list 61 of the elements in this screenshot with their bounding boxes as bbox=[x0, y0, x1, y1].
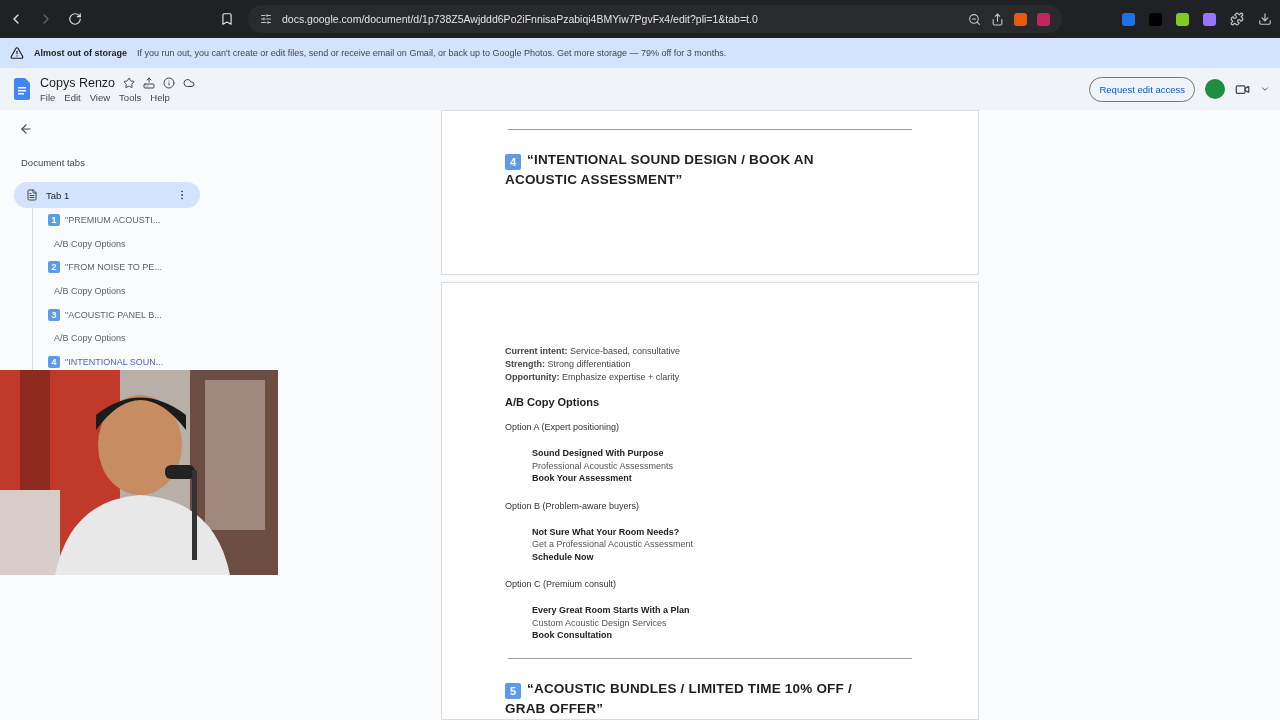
banner-message: If you run out, you can't create or edit files, send or receive email on Gmail, or back up to Google Photos. Get more storage — 79% off for 3 months. bbox=[137, 48, 727, 58]
headline-text: Sound Designed With Purpose bbox=[532, 447, 665, 460]
headline-text: Not Sure What Your Room Needs? bbox=[532, 525, 681, 538]
address-bar[interactable]: docs.google.com/document/d/1p738Z5Awjddd6Po2iFnnisaPzabiqi4BMYiw7PgvFx4/edit?pli=1&tab=t.0 bbox=[248, 5, 1062, 33]
extensions-icon[interactable] bbox=[1230, 12, 1244, 26]
bookmark-icon[interactable] bbox=[220, 12, 234, 26]
site-settings-icon[interactable] bbox=[260, 13, 272, 25]
url-text: docs.google.com/document/d/1p738Z5Awjddd6Po2iFnnisaPzabiqi4BMYiw7PgvFx4/edit?pli=1&tab=t.0 bbox=[282, 13, 759, 25]
section-title: A/B Copy Options bbox=[505, 396, 601, 408]
section-heading: 5 “ACOUSTIC BUNDLES / LIMITED TIME 10% OFF / GRAB OFFER” bbox=[505, 679, 853, 718]
drive-icon[interactable] bbox=[143, 76, 156, 89]
caret-icon[interactable] bbox=[1260, 84, 1270, 94]
option-title: Option C (Premium consult) bbox=[505, 579, 618, 589]
document-tab[interactable]: Tab 1 bbox=[14, 182, 200, 208]
outline-item[interactable]: 1 "PREMIUM ACOUSTI... bbox=[48, 208, 314, 232]
zoom-icon[interactable] bbox=[968, 12, 981, 26]
outline-subitem[interactable]: A/B Copy Options bbox=[48, 279, 314, 303]
subheadline-text: Custom Acoustic Design Services bbox=[532, 616, 668, 629]
number-badge: 2 bbox=[48, 261, 60, 274]
warning-icon bbox=[10, 46, 24, 60]
cta-text: Book Your Assessment bbox=[532, 472, 633, 485]
cta-text: Schedule Now bbox=[532, 550, 595, 563]
extension-icon[interactable] bbox=[1122, 12, 1135, 26]
option-title: Option A (Expert positioning) bbox=[505, 422, 621, 432]
section-heading: 4 “INTENTIONAL SOUND DESIGN / BOOK AN ACOUSTIC ASSESSMENT” bbox=[505, 151, 815, 189]
subheadline-text: Professional Acoustic Assessments bbox=[532, 459, 675, 472]
document-icon bbox=[26, 189, 38, 201]
sidebar-heading: Document tabs bbox=[21, 157, 86, 168]
number-badge: 4 bbox=[48, 355, 60, 368]
menu-item[interactable]: View bbox=[89, 91, 111, 103]
option-title: Option B (Problem-aware buyers) bbox=[505, 500, 641, 511]
menu-item[interactable]: File bbox=[40, 91, 56, 103]
outline-subitem[interactable]: A/B Copy Options bbox=[48, 326, 314, 351]
cta-text: Book Consultation bbox=[532, 629, 613, 642]
subheadline-text: Get a Professional Acoustic Assessment bbox=[532, 538, 695, 551]
download-icon[interactable] bbox=[1258, 12, 1272, 26]
fact-line: Opportunity: Emphasize expertise + clarity bbox=[505, 371, 681, 384]
outline-item[interactable]: 3 "ACOUSTIC PANEL B... bbox=[48, 302, 314, 327]
reload-icon[interactable] bbox=[68, 12, 82, 26]
star-icon[interactable] bbox=[123, 76, 136, 89]
info-icon[interactable] bbox=[163, 76, 176, 89]
extension-icon[interactable] bbox=[1203, 12, 1216, 26]
extension-icon[interactable] bbox=[1176, 12, 1189, 26]
headline-text: Every Great Room Starts With a Plan bbox=[532, 604, 691, 617]
document-title[interactable]: Copys Renzo bbox=[40, 75, 116, 90]
avatar-icon[interactable] bbox=[1205, 79, 1225, 99]
menu-item[interactable]: Help bbox=[150, 91, 170, 103]
menu-item[interactable]: Edit bbox=[64, 91, 81, 103]
outline-subitem[interactable]: A/B Copy Options bbox=[48, 231, 314, 256]
menu-item[interactable]: Tools bbox=[119, 91, 142, 103]
fact-line: Current intent: Service-based, consultative bbox=[505, 345, 682, 358]
number-badge: 1 bbox=[48, 213, 60, 226]
tab-label: Tab 1 bbox=[46, 189, 70, 201]
number-badge: 3 bbox=[48, 308, 60, 321]
cloud-icon[interactable] bbox=[183, 76, 196, 89]
banner-title: Almost out of storage bbox=[34, 48, 127, 58]
docs-logo-icon bbox=[14, 78, 30, 100]
outline-item[interactable]: 4 "INTENTIONAL SOUN... bbox=[48, 350, 314, 374]
share-icon[interactable] bbox=[991, 12, 1004, 26]
fact-line: Strength: Strong differentiation bbox=[505, 358, 632, 371]
outline-item[interactable]: 2 "FROM NOISE TO PE... bbox=[48, 255, 314, 280]
